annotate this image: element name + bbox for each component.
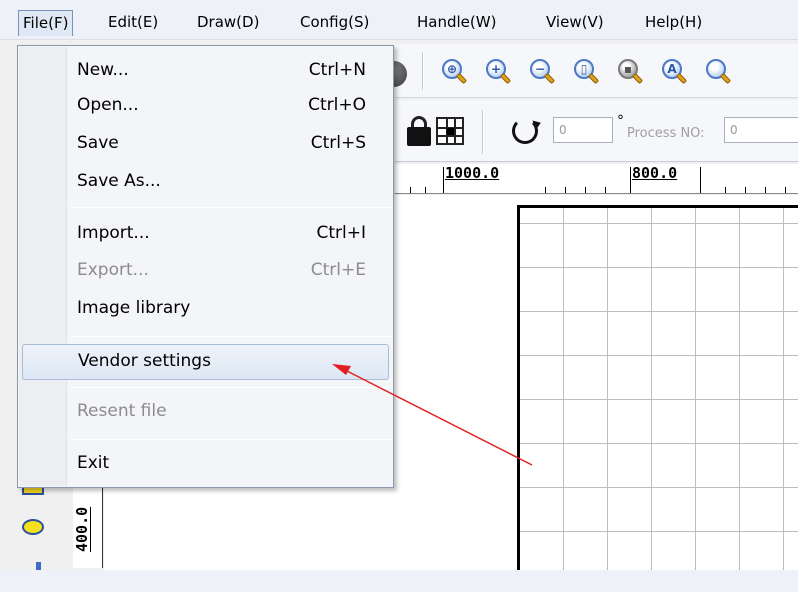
menu-item-save[interactable]: Save Ctrl+S [21, 129, 390, 161]
zoom-in-icon[interactable]: + [484, 57, 514, 87]
status-strip [0, 570, 798, 592]
zoom-out-icon[interactable]: − [528, 57, 558, 87]
menu-item-image-library[interactable]: Image library [21, 294, 390, 326]
menu-handle[interactable]: Handle(W) [413, 10, 500, 36]
ellipse-tool-icon[interactable] [22, 519, 44, 535]
menu-separator [70, 336, 390, 337]
menu-item-import[interactable]: Import... Ctrl+I [21, 219, 390, 251]
ruler-label: 800.0 [632, 164, 678, 182]
menu-draw[interactable]: Draw(D) [193, 10, 263, 36]
process-number-input[interactable]: 0 [724, 117, 798, 143]
menu-config[interactable]: Config(S) [296, 10, 373, 36]
menu-edit[interactable]: Edit(E) [104, 10, 162, 36]
zoom-page-icon[interactable]: ▯ [572, 57, 602, 87]
menu-separator [70, 439, 390, 440]
rotate-icon[interactable] [512, 118, 538, 144]
menu-item-save-as[interactable]: Save As... [21, 167, 390, 199]
toolbar-separator [482, 110, 484, 154]
file-menu-dropdown: New... Ctrl+N Open... Ctrl+O Save Ctrl+S… [17, 45, 394, 488]
tool-icon[interactable] [36, 562, 41, 570]
zoom-icon[interactable] [704, 57, 734, 87]
menu-help[interactable]: Help(H) [641, 10, 706, 36]
zoom-auto-icon[interactable]: A [660, 57, 690, 87]
vertical-ruler: 400.0 [73, 488, 103, 568]
menu-bar: File(F) Edit(E) Draw(D) Config(S) Handle… [0, 0, 798, 40]
menu-item-export: Export... Ctrl+E [77, 260, 366, 280]
zoom-all-icon[interactable]: ⊕ [440, 57, 470, 87]
zoom-data-icon[interactable]: ▪ [616, 57, 646, 87]
menu-separator [70, 387, 390, 388]
menu-item-new[interactable]: New... Ctrl+N [21, 56, 390, 88]
menu-item-exit[interactable]: Exit [21, 449, 390, 481]
toolbar-separator [422, 52, 424, 90]
work-area-grid[interactable] [517, 205, 798, 575]
grid-icon[interactable] [436, 117, 464, 145]
menu-separator [70, 207, 390, 208]
menu-item-vendor-settings[interactable]: Vendor settings [22, 344, 389, 380]
menu-item-open[interactable]: Open... Ctrl+O [21, 91, 390, 123]
horizontal-ruler: 1000.0 800.0 [395, 164, 798, 194]
menu-file[interactable]: File(F) [18, 10, 74, 36]
ruler-label: 1000.0 [445, 164, 500, 182]
menu-view[interactable]: View(V) [542, 10, 608, 36]
lock-icon[interactable] [407, 116, 431, 146]
rotation-angle-input[interactable]: 0 [553, 117, 613, 143]
ruler-label: 400.0 [73, 506, 91, 552]
process-number-label: Process NO: [627, 126, 705, 141]
menu-item-recent-file: Resent file [77, 401, 167, 421]
degree-symbol: ° [617, 113, 624, 129]
